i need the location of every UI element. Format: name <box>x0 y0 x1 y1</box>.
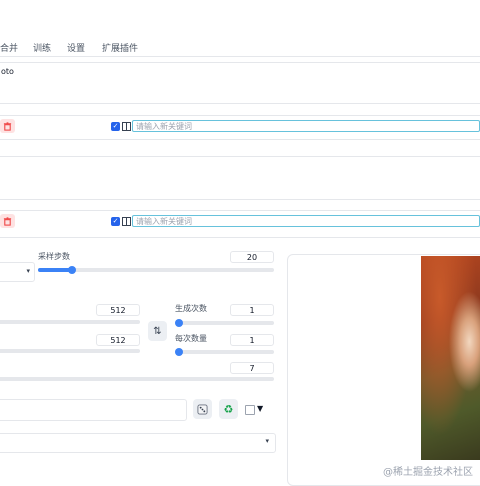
tab-settings[interactable]: 设置 <box>67 41 85 54</box>
row-divider-4 <box>0 237 480 238</box>
recycle-icon: ♻ <box>223 402 234 416</box>
keyword-input-1[interactable]: 请输入新关键词 <box>132 120 480 132</box>
batch-count-input[interactable]: 1 <box>230 304 274 316</box>
negative-prompt-textarea[interactable] <box>0 156 480 200</box>
chevron-down-icon: ▾ <box>26 267 30 275</box>
dice-icon <box>197 403 208 415</box>
prompt-text: oto <box>1 67 14 76</box>
sampling-steps-thumb[interactable] <box>68 266 76 274</box>
height-slider[interactable] <box>0 349 140 353</box>
row-divider-1 <box>0 115 480 116</box>
cfg-scale-input[interactable]: 7 <box>230 362 274 374</box>
batch-size-slider[interactable] <box>175 348 274 356</box>
tab-divider <box>0 56 480 57</box>
generated-image[interactable] <box>421 256 480 460</box>
swap-dimensions-button[interactable]: ⇅ <box>148 321 167 341</box>
trash-icon <box>3 121 12 131</box>
height-input[interactable]: 512 <box>96 334 140 346</box>
sampling-steps-label: 采样步数 <box>38 252 70 261</box>
panel-icon-1[interactable] <box>122 122 131 131</box>
keyword-checkbox-2[interactable]: ✓ <box>111 217 120 226</box>
panel-icon-2[interactable] <box>122 217 131 226</box>
keyword-input-2[interactable]: 请输入新关键词 <box>132 215 480 227</box>
batch-count-slider[interactable] <box>175 319 274 327</box>
watermark-text: @稀土掘金技术社区 <box>383 467 473 478</box>
batch-size-thumb[interactable] <box>175 348 183 356</box>
cfg-scale-slider[interactable] <box>0 377 274 381</box>
script-dropdown[interactable]: ▾ <box>0 433 276 453</box>
sampling-steps-input[interactable]: 20 <box>230 251 274 263</box>
trash-icon <box>3 216 12 226</box>
row-divider-2 <box>0 139 480 140</box>
sampler-dropdown[interactable]: ▾ <box>0 262 35 282</box>
delete-keyword-button-2[interactable] <box>0 214 15 228</box>
tab-train[interactable]: 训练 <box>33 41 51 54</box>
chevron-down-icon: ▾ <box>265 437 269 445</box>
tab-extensions[interactable]: 扩展插件 <box>102 41 138 54</box>
reuse-seed-button[interactable]: ♻ <box>219 399 238 419</box>
delete-keyword-button-1[interactable] <box>0 119 15 133</box>
sampling-steps-fill <box>38 268 72 272</box>
keyword-checkbox-1[interactable]: ✓ <box>111 122 120 131</box>
tab-merge[interactable]: 合并 <box>0 41 18 54</box>
prompt-textarea[interactable]: oto <box>0 62 480 104</box>
extra-seed-toggle[interactable]: ▼ <box>257 404 263 413</box>
swap-icon: ⇅ <box>153 325 162 337</box>
extra-seed-checkbox[interactable] <box>245 405 255 415</box>
batch-size-input[interactable]: 1 <box>230 334 274 346</box>
width-input[interactable]: 512 <box>96 304 140 316</box>
row-divider-3 <box>0 210 480 211</box>
width-slider[interactable] <box>0 320 140 324</box>
batch-count-label: 生成次数 <box>175 304 207 313</box>
batch-size-label: 每次数量 <box>175 334 207 343</box>
batch-count-thumb[interactable] <box>175 319 183 327</box>
seed-input[interactable] <box>0 399 187 421</box>
sampling-steps-slider[interactable] <box>38 266 274 274</box>
random-seed-button[interactable] <box>193 399 212 419</box>
